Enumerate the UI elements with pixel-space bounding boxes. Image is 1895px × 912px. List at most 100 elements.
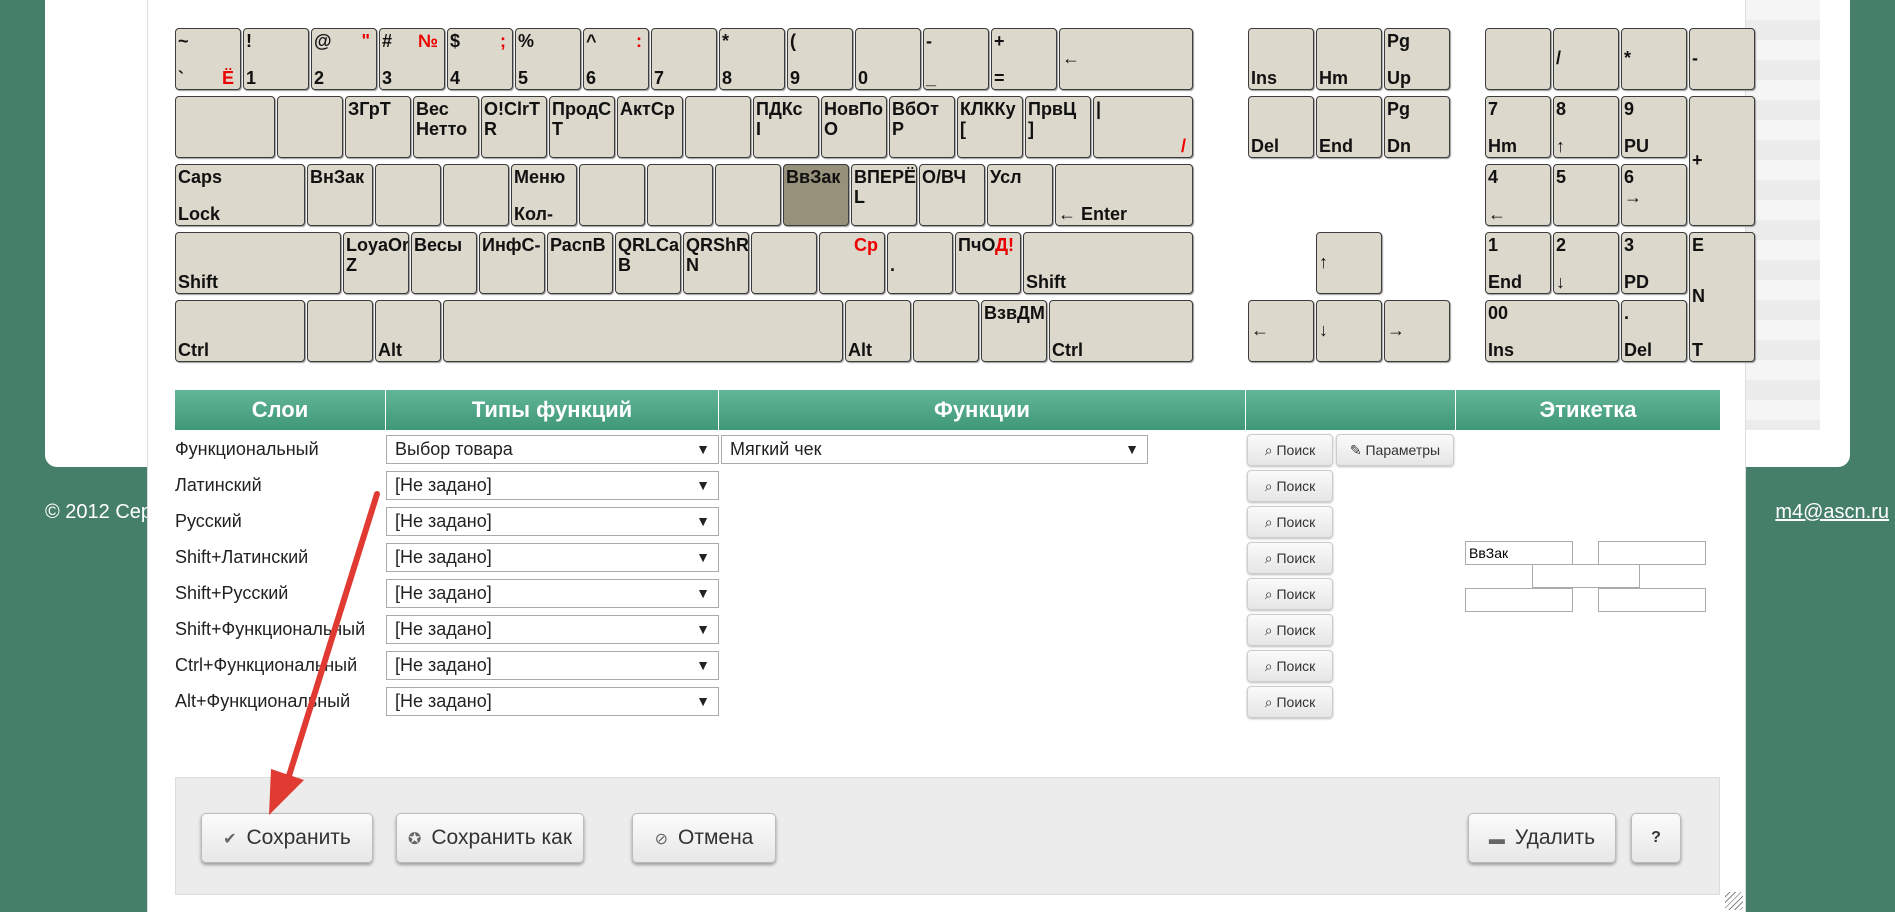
key-num7[interactable]: 7 Hm	[1485, 96, 1551, 158]
key-comma[interactable]: Ср	[819, 232, 885, 294]
delete-button[interactable]: ▬ Удалить	[1468, 813, 1616, 863]
function-type-select[interactable]: [Не задано] ▼	[386, 615, 719, 644]
key-numsub[interactable]: -	[1689, 28, 1755, 90]
key-numadd[interactable]: +	[1689, 96, 1755, 226]
search-button[interactable]: ⌕ Поиск	[1247, 578, 1333, 610]
key-plus[interactable]: + =	[991, 28, 1057, 90]
key-down[interactable]: ↓	[1316, 300, 1382, 362]
key-left[interactable]: ←	[1248, 300, 1314, 362]
key-pgdn[interactable]: Pg Dn	[1384, 96, 1450, 158]
key-n[interactable]: QRShR N	[683, 232, 749, 294]
function-select[interactable]: Мягкий чек ▼	[721, 435, 1148, 464]
key-q[interactable]	[277, 96, 343, 158]
key-j[interactable]	[715, 164, 781, 226]
key-num2[interactable]: 2 ↓	[1553, 232, 1619, 294]
key-end[interactable]: End	[1316, 96, 1382, 158]
label-input-middle[interactable]	[1532, 564, 1640, 588]
key-2[interactable]: @2 "	[311, 28, 377, 90]
key-rbracket[interactable]: ПрвЦ]	[1025, 96, 1091, 158]
key-num5[interactable]: 5	[1553, 164, 1619, 226]
key-1[interactable]: ! 1	[243, 28, 309, 90]
help-button[interactable]: ?	[1631, 813, 1681, 863]
key-v[interactable]: РаспВ	[547, 232, 613, 294]
key-backslash[interactable]: | /	[1093, 96, 1193, 158]
key-r[interactable]: О!ClrT R	[481, 96, 547, 158]
key-b[interactable]: QRLCa B	[615, 232, 681, 294]
key-k[interactable]: ВвЗак	[783, 164, 849, 226]
function-type-select[interactable]: [Не задано] ▼	[386, 687, 719, 716]
function-type-select[interactable]: [Не задано] ▼	[386, 651, 719, 680]
key-e[interactable]: Вес Нетто	[413, 96, 479, 158]
cancel-button[interactable]: ⊘ Отмена	[632, 813, 776, 863]
key-3[interactable]: #3 №	[379, 28, 445, 90]
key-u[interactable]	[685, 96, 751, 158]
key-w[interactable]: ЗГрТ	[345, 96, 411, 158]
key-0[interactable]: 0	[855, 28, 921, 90]
search-button[interactable]: ⌕ Поиск	[1247, 614, 1333, 646]
key-nummul[interactable]: *	[1621, 28, 1687, 90]
key-num8[interactable]: 8 ↑	[1553, 96, 1619, 158]
label-input-bottom-right[interactable]	[1598, 588, 1706, 612]
label-input-top-right[interactable]	[1598, 541, 1706, 565]
key-s[interactable]	[375, 164, 441, 226]
function-type-select[interactable]: [Не задано] ▼	[386, 471, 719, 500]
label-input-bottom-left[interactable]	[1465, 588, 1573, 612]
key-period[interactable]: .	[887, 232, 953, 294]
search-button[interactable]: ⌕ Поиск	[1247, 686, 1333, 718]
resize-grip-icon[interactable]	[1725, 892, 1743, 910]
key-ralt[interactable]: Alt	[845, 300, 911, 362]
key-minus[interactable]: - _	[923, 28, 989, 90]
key-num0[interactable]: 00 Ins	[1485, 300, 1619, 362]
key-pgup[interactable]: Pg Up	[1384, 28, 1450, 90]
search-button[interactable]: ⌕ Поиск	[1247, 650, 1333, 682]
search-button[interactable]: ⌕ Поиск	[1247, 434, 1333, 466]
footer-email-link[interactable]: m4@ascn.ru	[1775, 501, 1889, 524]
key-4[interactable]: $4;	[447, 28, 513, 90]
key-lalt[interactable]: Alt	[375, 300, 441, 362]
function-type-select[interactable]: [Не задано] ▼	[386, 579, 719, 608]
key-num4[interactable]: 4 ←	[1485, 164, 1551, 226]
key-tilde[interactable]: ~ ` Ё	[175, 28, 241, 90]
key-lctrl[interactable]: Ctrl	[175, 300, 305, 362]
key-o[interactable]: НовПо O	[821, 96, 887, 158]
key-rshift[interactable]: Shift	[1023, 232, 1193, 294]
key-7[interactable]: 7	[651, 28, 717, 90]
key-up[interactable]: ↑	[1316, 232, 1382, 294]
function-type-select[interactable]: [Не задано] ▼	[386, 507, 719, 536]
key-l[interactable]: ВПЕРЁ L	[851, 164, 917, 226]
function-type-select[interactable]: Выбор товара ▼	[386, 435, 719, 464]
key-quote[interactable]: Усл	[987, 164, 1053, 226]
key-rctrl[interactable]: Ctrl	[1049, 300, 1193, 362]
key-8[interactable]: * 8	[719, 28, 785, 90]
key-lbracket[interactable]: КЛККу[	[957, 96, 1023, 158]
key-num1[interactable]: 1 End	[1485, 232, 1551, 294]
save-button[interactable]: ✔ Сохранить	[201, 813, 373, 863]
key-ins[interactable]: Ins	[1248, 28, 1314, 90]
search-button[interactable]: ⌕ Поиск	[1247, 506, 1333, 538]
key-caps[interactable]: Caps Lock	[175, 164, 305, 226]
key-p[interactable]: ВбОт P	[889, 96, 955, 158]
key-enter[interactable]: ← Enter	[1055, 164, 1193, 226]
save-as-button[interactable]: ✪ Сохранить как	[396, 813, 584, 863]
key-numenter[interactable]: E N T	[1689, 232, 1755, 362]
key-9[interactable]: (9	[787, 28, 853, 90]
key-rwin[interactable]	[913, 300, 979, 362]
key-y[interactable]: АктСр	[617, 96, 683, 158]
key-t[interactable]: ПродС T	[549, 96, 615, 158]
key-menu[interactable]: ВзвДМ	[981, 300, 1047, 362]
key-num6[interactable]: 6 →	[1621, 164, 1687, 226]
key-win[interactable]	[307, 300, 373, 362]
key-num9[interactable]: 9 PU	[1621, 96, 1687, 158]
key-f[interactable]: Меню Кол-	[511, 164, 577, 226]
key-i[interactable]: ПДКс I	[753, 96, 819, 158]
key-z[interactable]: LoyaOr Z	[343, 232, 409, 294]
function-type-select[interactable]: [Не задано] ▼	[386, 543, 719, 572]
key-backspace[interactable]: ←	[1059, 28, 1193, 90]
key-home[interactable]: Hm	[1316, 28, 1382, 90]
key-semicolon[interactable]: О/ВЧ	[919, 164, 985, 226]
key-m[interactable]	[751, 232, 817, 294]
key-slash[interactable]: ПчОД Д!	[955, 232, 1021, 294]
key-tab[interactable]	[175, 96, 275, 158]
label-input-top-left[interactable]	[1465, 541, 1573, 565]
key-h[interactable]	[647, 164, 713, 226]
